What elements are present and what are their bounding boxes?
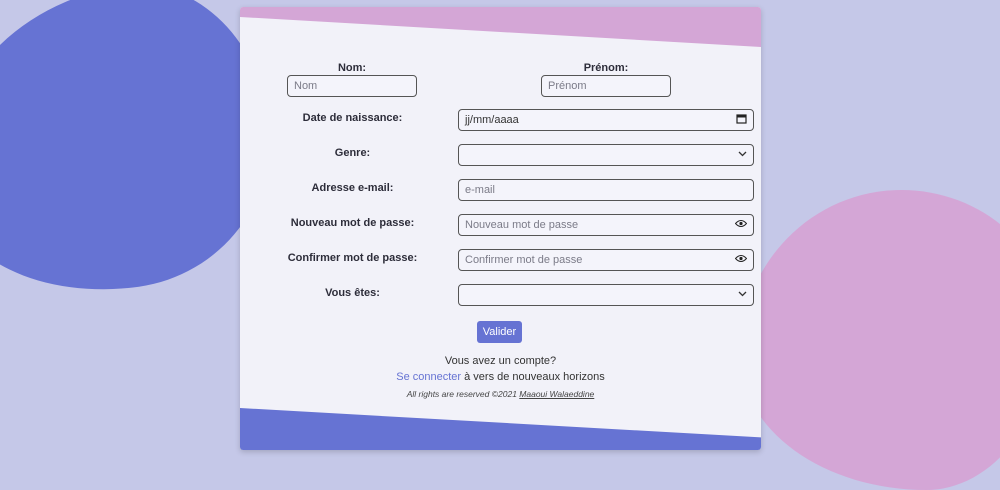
password-label: Nouveau mot de passe:: [290, 217, 415, 229]
background-blob-pink: [740, 190, 1000, 490]
nom-label: Nom:: [337, 62, 367, 74]
email-label: Adresse e-mail:: [311, 182, 394, 194]
confirm-input[interactable]: Confirmer mot de passe: [458, 249, 754, 271]
password-input[interactable]: Nouveau mot de passe: [458, 214, 754, 236]
date-placeholder: jj/mm/aaaa: [465, 114, 519, 126]
role-label: Vous êtes:: [325, 287, 380, 299]
genre-label: Genre:: [334, 147, 371, 159]
email-input[interactable]: e-mail: [458, 179, 754, 201]
have-account-text: Vous avez un compte?: [444, 355, 557, 367]
calendar-icon[interactable]: [736, 113, 747, 127]
card-bottom-band: [240, 408, 761, 450]
rights-text: All rights are reserved ©2021: [406, 389, 520, 399]
prenom-input[interactable]: Prénom: [541, 75, 671, 97]
confirm-label: Confirmer mot de passe:: [287, 252, 418, 264]
nom-input[interactable]: Nom: [287, 75, 417, 97]
prenom-placeholder: Prénom: [548, 80, 587, 92]
date-label: Date de naissance:: [302, 112, 403, 124]
password-placeholder: Nouveau mot de passe: [465, 219, 579, 231]
confirm-placeholder: Confirmer mot de passe: [465, 254, 583, 266]
login-link[interactable]: Se connecter: [396, 371, 461, 383]
date-input[interactable]: jj/mm/aaaa: [458, 109, 754, 131]
login-line: Se connecter à vers de nouveaux horizons: [240, 371, 761, 383]
email-placeholder: e-mail: [465, 184, 495, 196]
nom-placeholder: Nom: [294, 80, 318, 92]
author-link[interactable]: Maaoui Walaeddine: [519, 389, 594, 399]
copyright-line: All rights are reserved ©2021 Maaoui Wal…: [240, 389, 761, 399]
eye-icon[interactable]: [734, 220, 748, 231]
role-select[interactable]: [458, 284, 754, 306]
prenom-label: Prénom:: [583, 62, 629, 74]
login-suffix: à vers de nouveaux horizons: [461, 371, 605, 383]
genre-select[interactable]: [458, 144, 754, 166]
card-top-band: [240, 7, 761, 47]
eye-icon[interactable]: [734, 255, 748, 266]
chevron-down-icon: [738, 150, 747, 160]
chevron-down-icon: [738, 290, 747, 300]
submit-button[interactable]: Valider: [477, 321, 522, 343]
